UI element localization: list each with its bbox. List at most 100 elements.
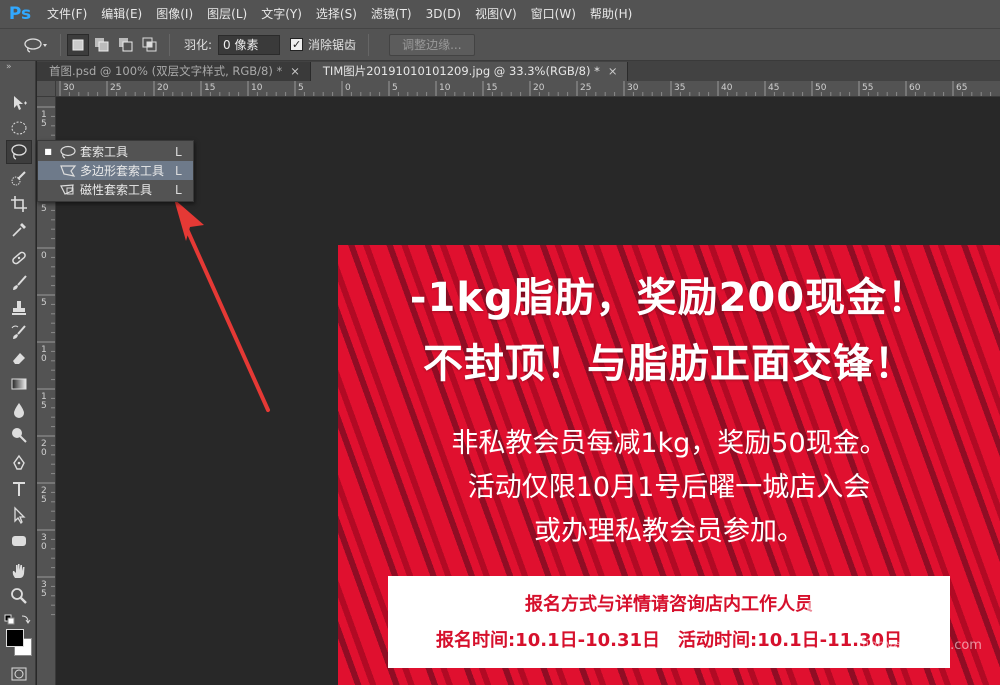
separator — [169, 33, 170, 56]
menu-item[interactable]: 文字(Y) — [254, 0, 309, 28]
lasso-icon — [24, 37, 47, 53]
bandage-icon — [12, 251, 26, 265]
dodge-tool[interactable] — [6, 423, 32, 447]
document-tabs: 首图.psd @ 100% (双层文字样式, RGB/8) * × TIM图片20… — [37, 61, 1000, 81]
feather-input[interactable]: 0 像素 — [218, 34, 281, 55]
eyedropper-icon — [12, 223, 26, 237]
separator — [60, 33, 61, 56]
ruler-label: 0 — [41, 354, 47, 364]
brush-tool[interactable] — [6, 271, 32, 295]
watermark-text: 经验 — [860, 590, 932, 630]
crop-tool[interactable] — [6, 192, 32, 216]
polygonal-lasso-icon — [58, 163, 78, 179]
ruler-label: 5 — [41, 495, 47, 505]
ruler-label: 0 — [345, 83, 351, 93]
type-tool[interactable] — [6, 477, 32, 501]
menu-item[interactable]: 视图(V) — [468, 0, 524, 28]
watermark-url: jingyan.baidu.com — [862, 638, 982, 653]
quick-selection-tool[interactable] — [6, 166, 32, 190]
zoom-icon — [11, 588, 27, 604]
dodge-icon — [12, 428, 27, 443]
tool-preset-picker[interactable] — [18, 33, 54, 57]
menu-item[interactable]: 3D(D) — [419, 0, 468, 28]
ruler-label: 5 — [41, 589, 47, 599]
default-colors-icon[interactable] — [4, 613, 32, 627]
history-brush-icon — [11, 325, 26, 339]
menu-item[interactable]: 编辑(E) — [94, 0, 149, 28]
ruler-label: 5 — [41, 119, 47, 129]
photoshop-window: Ps 文件(F) 编辑(E) 图像(I) 图层(L) 文字(Y) 选择(S) 滤镜(T) 3D… — [0, 0, 1000, 685]
ruler-label: 25 — [110, 83, 121, 93]
ruler-label: 10 — [251, 83, 263, 93]
close-tab-icon[interactable]: × — [608, 64, 618, 78]
ruler-label: 20 — [157, 83, 169, 93]
selected-indicator: ■ — [44, 147, 52, 156]
tools-panel: » — [0, 61, 36, 685]
healing-brush-tool[interactable] — [6, 246, 32, 270]
poster-title-line1: -1kg脂肪，奖励200现金！ — [409, 275, 929, 321]
flyout-shortcut: L — [175, 163, 182, 178]
poster-title-line2: 不封顶！与脂肪正面交锋！ — [423, 341, 915, 387]
antialias-label: 消除锯齿 — [308, 38, 357, 52]
menu-item[interactable]: 窗口(W) — [524, 0, 583, 28]
refine-edge-button[interactable]: 调整边缘... — [389, 33, 475, 56]
marquee-tool[interactable] — [6, 116, 32, 140]
stamp-icon — [12, 301, 26, 315]
collapse-toolbar-icon[interactable]: » — [0, 61, 35, 73]
menu-item[interactable]: 帮助(H) — [583, 0, 639, 28]
ruler-label: 15 — [486, 83, 497, 93]
ruler-label: 5 — [298, 83, 304, 93]
subtract-selection-icon — [119, 37, 133, 51]
ruler-label: 35 — [674, 83, 685, 93]
menu-item[interactable]: 文件(F) — [40, 0, 94, 28]
quick-mask-button[interactable] — [6, 665, 32, 683]
ruler-label: 50 — [815, 83, 827, 93]
tab-tim-image[interactable]: TIM图片20191010101209.jpg @ 33.3%(RGB/8) *… — [310, 62, 629, 81]
move-tool[interactable] — [6, 91, 32, 115]
ruler-label: 10 — [439, 83, 451, 93]
ruler-corner[interactable] — [37, 81, 56, 97]
horizontal-ruler[interactable]: 30 25 20 15 10 5 0 5 10 15 20 25 30 35 40 45 50 55 60 65 — [56, 81, 1000, 97]
gradient-tool[interactable] — [6, 372, 32, 396]
type-icon — [13, 482, 25, 496]
crop-icon — [11, 196, 27, 212]
tab-first-image[interactable]: 首图.psd @ 100% (双层文字样式, RGB/8) * × — [37, 62, 311, 81]
history-brush-tool[interactable] — [6, 321, 32, 345]
menu-item[interactable]: 滤镜(T) — [364, 0, 419, 28]
lasso-icon — [58, 144, 78, 160]
separator — [368, 33, 370, 56]
tab-label: TIM图片20191010101209.jpg @ 33.3%(RGB/8) * — [322, 64, 600, 78]
flyout-item-magnetic-lasso[interactable]: 磁性套索工具 L — [38, 180, 193, 199]
ruler-label: 5 — [41, 204, 47, 214]
flyout-shortcut: L — [175, 182, 182, 197]
clone-stamp-tool[interactable] — [6, 296, 32, 320]
shape-tool[interactable] — [6, 529, 32, 553]
flyout-item-polygonal-lasso[interactable]: 多边形套索工具 L — [38, 161, 193, 180]
close-tab-icon[interactable]: × — [290, 64, 300, 78]
eyedropper-tool[interactable] — [6, 218, 32, 242]
intersect-selection-button[interactable] — [139, 34, 161, 56]
path-selection-tool[interactable] — [6, 503, 32, 527]
menu-item[interactable]: 图像(I) — [149, 0, 200, 28]
pen-tool[interactable] — [6, 451, 32, 475]
eraser-icon — [13, 353, 25, 364]
annotation-arrow — [174, 199, 270, 412]
ruler-label: 40 — [721, 83, 733, 93]
ruler-label: 30 — [63, 83, 75, 93]
menu-item[interactable]: 图层(L) — [200, 0, 254, 28]
new-selection-button[interactable] — [67, 33, 89, 56]
new-selection-icon — [72, 39, 84, 50]
feather-label: 羽化: — [184, 38, 213, 52]
hand-tool[interactable] — [6, 559, 32, 583]
lasso-tool[interactable] — [6, 140, 32, 164]
menu-item[interactable]: 选择(S) — [309, 0, 364, 28]
antialias-checkbox[interactable]: ✓ — [290, 38, 304, 51]
zoom-tool[interactable] — [6, 584, 32, 608]
foreground-color[interactable] — [6, 629, 24, 647]
add-selection-button[interactable] — [91, 34, 113, 56]
subtract-selection-button[interactable] — [115, 34, 137, 56]
eraser-tool[interactable] — [6, 346, 32, 370]
flyout-item-lasso[interactable]: ■ 套索工具 L — [38, 142, 193, 161]
lasso-tools-flyout: ■ 套索工具 L 多边形套索工具 L 磁性套索工具 L — [37, 140, 194, 202]
blur-tool[interactable] — [6, 398, 32, 422]
